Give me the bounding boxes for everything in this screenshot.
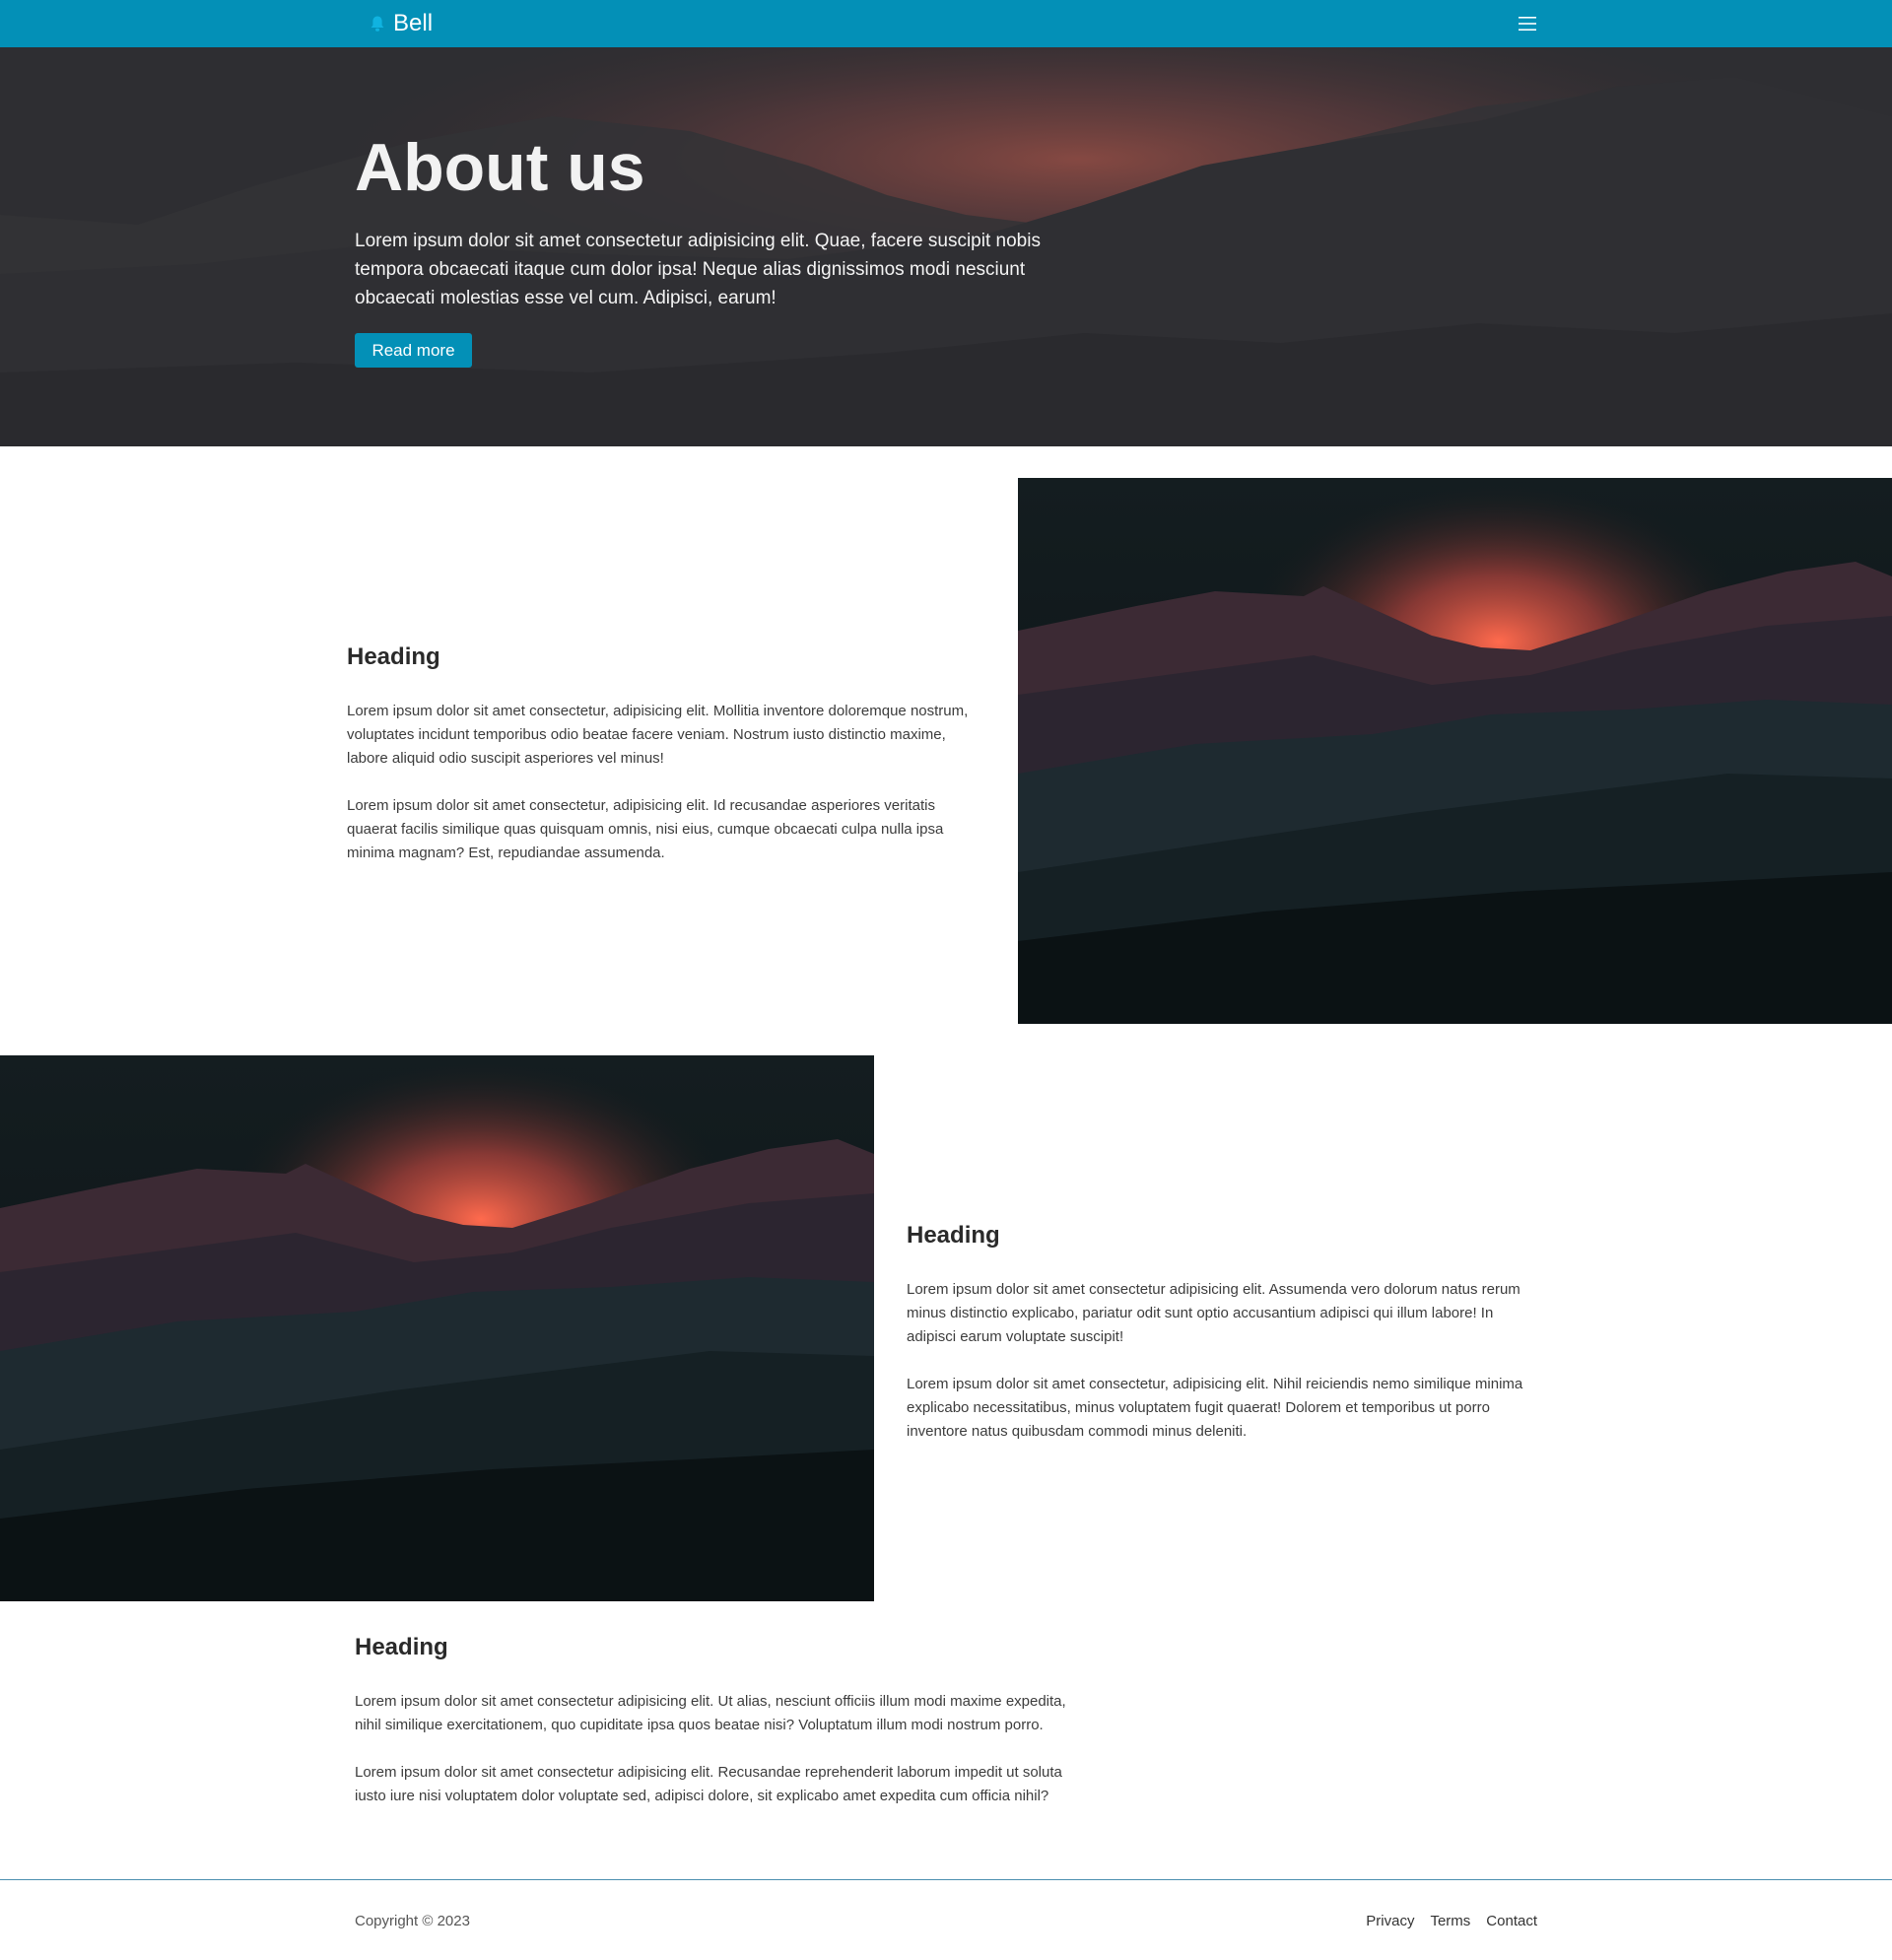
feature-heading: Heading bbox=[347, 643, 440, 670]
feature-paragraph: Lorem ipsum dolor sit amet consectetur a… bbox=[355, 1692, 1066, 1733]
footer-link-privacy[interactable]: Privacy bbox=[1366, 1912, 1414, 1931]
mountain-sunset-image bbox=[0, 1055, 874, 1601]
feature-paragraph: Lorem ipsum dolor sit amet consectetur, … bbox=[347, 702, 969, 767]
feature-section-1: Heading Lorem ipsum dolor sit amet conse… bbox=[347, 643, 987, 889]
feature-section-3: Heading Lorem ipsum dolor sit amet conse… bbox=[355, 1634, 1079, 1832]
feature-heading: Heading bbox=[355, 1634, 448, 1660]
hero-text: Lorem ipsum dolor sit amet consectetur a… bbox=[355, 231, 1041, 308]
copyright-text: Copyright © 2023 bbox=[355, 1913, 470, 1929]
mountain-sunset-image bbox=[1018, 478, 1892, 1024]
footer-link-contact[interactable]: Contact bbox=[1486, 1912, 1537, 1931]
feature-paragraph: Lorem ipsum dolor sit amet consectetur a… bbox=[355, 1763, 1062, 1804]
read-more-button[interactable]: Read more bbox=[355, 333, 472, 368]
feature-section-2: Heading Lorem ipsum dolor sit amet conse… bbox=[907, 1222, 1537, 1467]
hero-section: About us Lorem ipsum dolor sit amet cons… bbox=[0, 47, 1892, 446]
navbar: Bell bbox=[0, 0, 1892, 47]
feature-heading: Heading bbox=[907, 1222, 1000, 1249]
footer-link-terms[interactable]: Terms bbox=[1430, 1912, 1470, 1931]
feature-paragraph: Lorem ipsum dolor sit amet consectetur a… bbox=[907, 1280, 1520, 1345]
bell-icon bbox=[371, 16, 384, 32]
feature-paragraph: Lorem ipsum dolor sit amet consectetur, … bbox=[907, 1375, 1523, 1440]
mountain-photo bbox=[0, 1055, 874, 1601]
hamburger-menu-icon bbox=[1519, 17, 1536, 31]
footer-divider bbox=[0, 1879, 1892, 1880]
hamburger-menu-button[interactable] bbox=[1516, 12, 1539, 35]
feature-paragraph: Lorem ipsum dolor sit amet consectetur, … bbox=[347, 796, 944, 861]
brand-name: Bell bbox=[393, 10, 434, 36]
footer-links: Privacy Terms Contact bbox=[1366, 1912, 1537, 1931]
mountain-photo bbox=[1018, 478, 1892, 1024]
hero-title: About us bbox=[355, 130, 645, 205]
brand-link[interactable]: Bell bbox=[370, 0, 433, 47]
